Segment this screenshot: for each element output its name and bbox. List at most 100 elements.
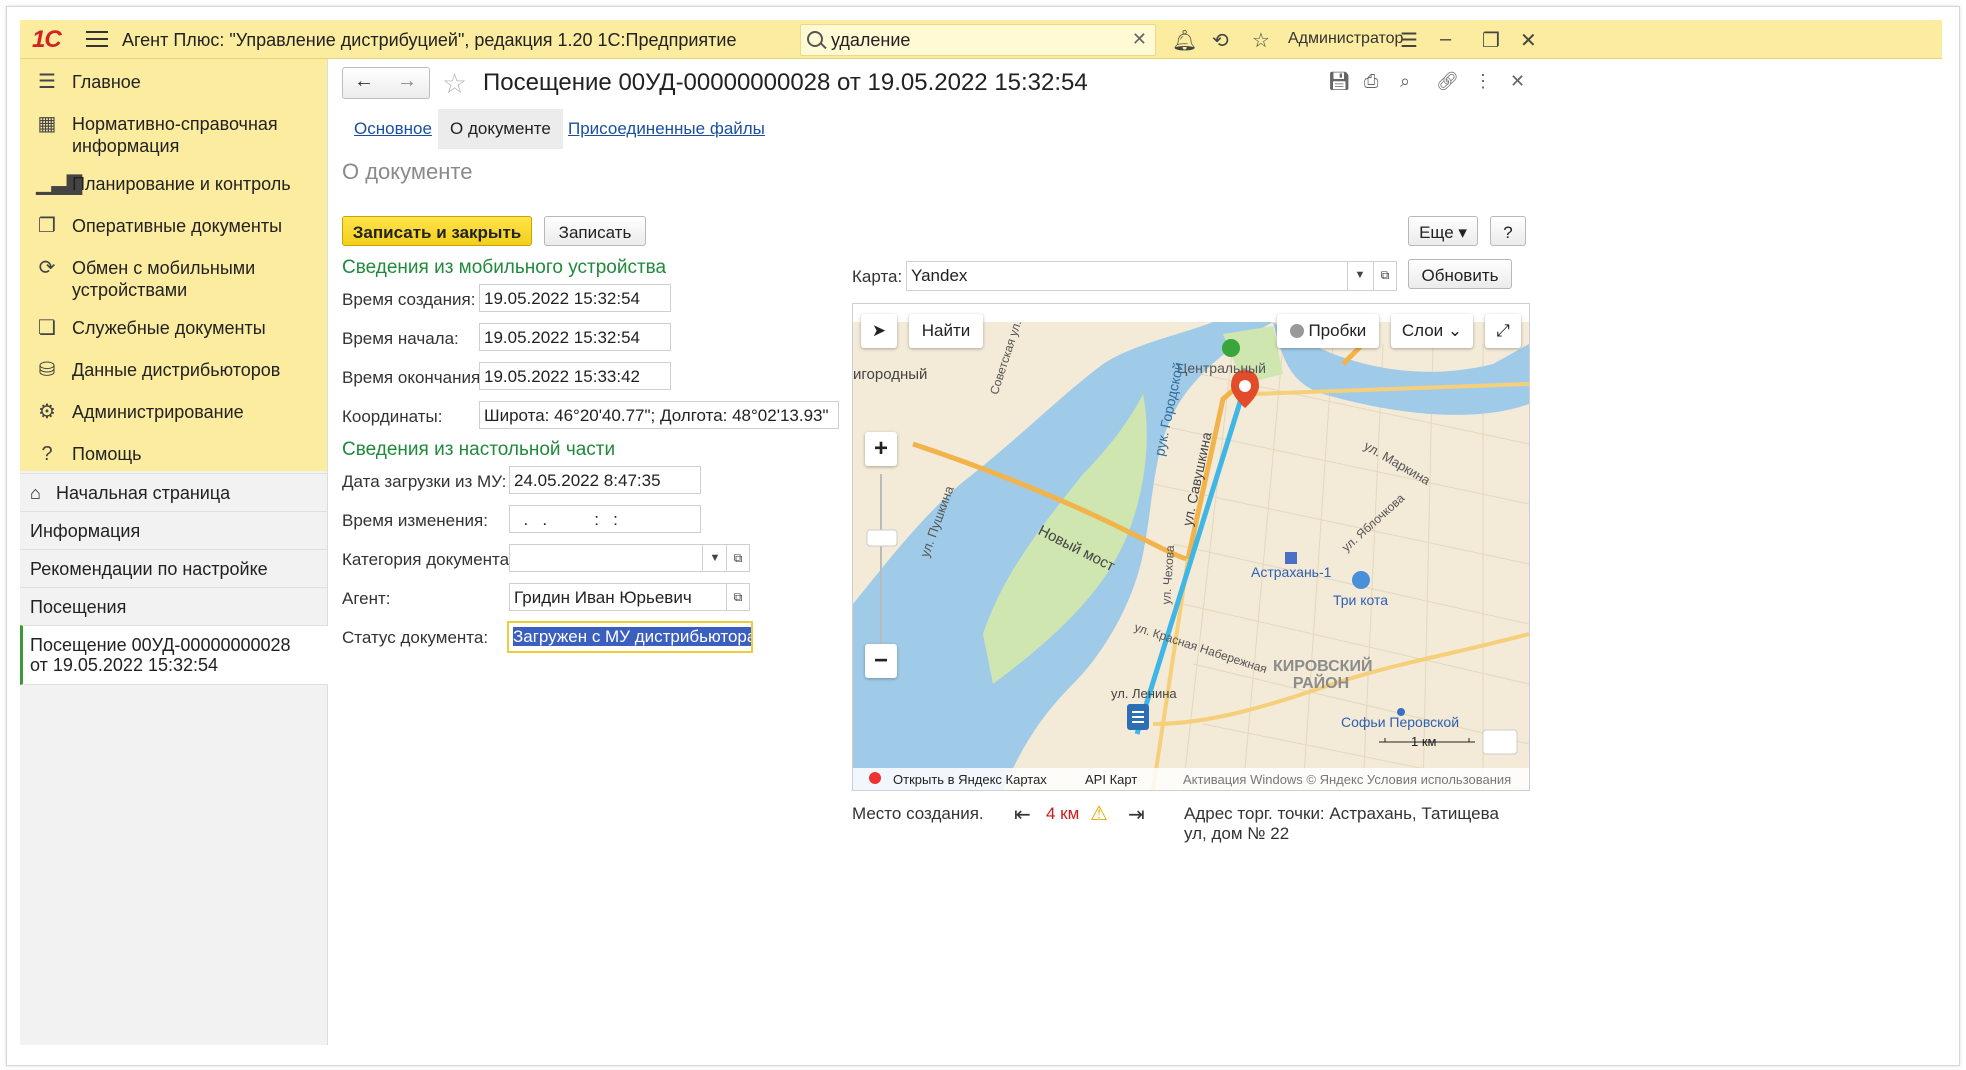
more-actions-icon[interactable]: ⋮ xyxy=(1474,71,1492,92)
save-and-close-button[interactable]: Записать и закрыть xyxy=(342,216,532,246)
open-category-icon[interactable]: ⧉ xyxy=(726,544,750,572)
service-docs-icon: ❏ xyxy=(38,317,56,339)
map-find-button[interactable]: Найти xyxy=(909,314,983,348)
preview-icon[interactable]: ⌕ xyxy=(1400,71,1410,92)
tab-attached-files[interactable]: Присоединенные файлы xyxy=(568,109,765,149)
search-box[interactable]: ✕ xyxy=(800,24,1156,56)
coordinates-field[interactable]: Широта: 46°20'40.77"; Долгота: 48°02'13.… xyxy=(479,401,839,429)
nav-current-visit[interactable]: Посещение 00УД-00000000028 от 19.05.2022… xyxy=(20,625,330,685)
created-time-field[interactable]: 19.05.2022 15:32:54 xyxy=(479,284,671,312)
restore-icon[interactable]: ❐ xyxy=(1482,28,1500,53)
map-provider-select[interactable]: Yandex ▼ xyxy=(906,261,1374,291)
distributor-icon: ⛁ xyxy=(38,359,56,381)
open-in-yandex-link[interactable]: Открыть в Яндекс Картах xyxy=(893,772,1047,787)
start-time-field[interactable]: 19.05.2022 15:32:54 xyxy=(479,323,671,351)
main-menu-icon[interactable] xyxy=(86,31,108,47)
nav-label: Начальная страница xyxy=(56,483,231,503)
page-title: Посещение 00УД-00000000028 от 19.05.2022… xyxy=(483,69,1088,96)
bell-icon[interactable]: 🔔︎ xyxy=(1172,28,1197,53)
back-arrow-icon[interactable]: ← xyxy=(343,70,385,93)
clear-search-icon[interactable]: ✕ xyxy=(1132,29,1147,50)
section-label: Помощь xyxy=(72,444,142,464)
search-input[interactable] xyxy=(829,28,1123,52)
map-traffic-button[interactable]: Пробки xyxy=(1277,314,1379,348)
changed-time-field[interactable]: . . : : xyxy=(509,505,701,533)
app-logo: 1С xyxy=(32,26,62,53)
agent-field[interactable]: Гридин Иван Юрьевич xyxy=(509,583,727,611)
nav-visits[interactable]: Посещения xyxy=(20,587,327,626)
settings-menu-icon[interactable]: ☰ xyxy=(1400,28,1418,53)
map-view[interactable]: игородный Центральный Новый мост ул. Сав… xyxy=(852,303,1530,791)
end-time-field[interactable]: 19.05.2022 15:33:42 xyxy=(479,362,671,390)
save-disk-icon[interactable]: 💾︎ xyxy=(1328,71,1351,92)
map-label-sofya: Софьи Перовской xyxy=(1341,714,1460,730)
forward-arrow-icon[interactable]: → xyxy=(386,70,428,93)
section-label: Администрирование xyxy=(72,402,244,422)
help-icon: ? xyxy=(41,443,53,465)
map-scale-label: 1 км xyxy=(1411,734,1437,749)
help-button[interactable]: ? xyxy=(1490,216,1526,246)
nav-information[interactable]: Информация xyxy=(20,511,327,550)
distance-value: 4 км xyxy=(1046,804,1080,823)
grid-icon: ▦ xyxy=(37,113,57,135)
history-icon[interactable]: ⟲ xyxy=(1212,28,1229,53)
open-map-provider-icon[interactable]: ⧉ xyxy=(1373,261,1397,291)
close-form-icon[interactable]: ✕ xyxy=(1510,71,1525,92)
map-label-center: Центральный xyxy=(1177,360,1266,376)
bar-chart-icon: ▁▃▇ xyxy=(36,173,83,195)
history-nav: ← → xyxy=(342,67,430,99)
close-window-icon[interactable]: ✕ xyxy=(1520,28,1537,53)
layers-label: Слои xyxy=(1401,321,1444,340)
outlet-address: Адрес торг. точки: Астрахань, Татищева у… xyxy=(1184,804,1499,843)
more-button[interactable]: Еще ▾ xyxy=(1408,216,1478,246)
zoom-out-icon[interactable]: − xyxy=(865,644,897,678)
desktop-info-title: Сведения из настольной части xyxy=(342,439,616,460)
nav-home[interactable]: ⌂ Начальная страница xyxy=(20,473,327,512)
section-label: Главное xyxy=(72,72,141,92)
document-form: ← → ☆ Посещение 00УД-00000000028 от 19.0… xyxy=(328,59,1942,1045)
geolocation-icon[interactable]: ➤ xyxy=(861,314,897,348)
gear-icon: ⚙ xyxy=(38,401,56,423)
map-layers-button[interactable]: Слои ⌄ xyxy=(1391,314,1473,348)
section-label: Нормативно-справочная информация xyxy=(72,114,278,156)
mobile-info-title: Сведения из мобильного устройства xyxy=(342,257,667,278)
minimize-icon[interactable]: – xyxy=(1440,28,1451,51)
nav-label: Посещения xyxy=(30,597,127,617)
tab-about-document[interactable]: О документе xyxy=(438,109,563,149)
current-user[interactable]: Администратор xyxy=(1288,30,1403,48)
save-button[interactable]: Записать xyxy=(544,216,646,246)
zoom-in-icon[interactable]: + xyxy=(865,432,897,466)
status-label: Статус документа: xyxy=(342,628,489,647)
created-label: Время создания: xyxy=(342,290,476,309)
warning-icon: ⚠ xyxy=(1090,803,1108,825)
map-label-astrakhan1: Астрахань-1 xyxy=(1251,564,1332,580)
refresh-map-button[interactable]: Обновить xyxy=(1408,259,1512,289)
section-label: Служебные документы xyxy=(72,318,266,338)
map-label-kirovsky: КИРОВСКИЙ РАЙОН xyxy=(1273,658,1373,692)
arrow-right-icon: ⇥ xyxy=(1128,804,1145,826)
category-select[interactable]: ▼ xyxy=(509,544,727,572)
map-label-lenina: ул. Ленина xyxy=(1111,686,1177,701)
tab-main[interactable]: Основное xyxy=(354,109,432,149)
traffic-label: Пробки xyxy=(1308,321,1367,340)
nav-label: Рекомендации по настройке xyxy=(30,559,268,579)
status-field[interactable]: Загружен с МУ дистрибьютора xyxy=(507,621,753,653)
api-maps-link[interactable]: API Карт xyxy=(1085,772,1137,787)
map-footer: Открыть в Яндекс Картах API Карт Активац… xyxy=(853,768,1529,790)
favorites-star-icon[interactable]: ☆ xyxy=(1252,28,1270,53)
sidebar: ☰ Главное ▦ Нормативно-справочная информ… xyxy=(20,59,330,1045)
category-label: Категория документа: xyxy=(342,550,514,569)
top-bar: 1С Агент Плюс: "Управление дистрибуцией"… xyxy=(20,20,1942,59)
link-icon[interactable]: 🔗︎ xyxy=(1436,71,1459,92)
fullscreen-icon[interactable]: ⤢ xyxy=(1485,314,1521,348)
upload-date-field[interactable]: 24.05.2022 8:47:35 xyxy=(509,466,701,494)
print-icon[interactable]: ⎙ xyxy=(1364,71,1378,92)
section-label: Оперативные документы xyxy=(72,216,283,236)
nav-recommendations[interactable]: Рекомендации по настройке xyxy=(20,549,327,588)
sections-panel: ☰ Главное ▦ Нормативно-справочная информ… xyxy=(20,59,327,471)
chevron-down-icon[interactable]: ▼ xyxy=(1347,262,1372,290)
open-agent-icon[interactable]: ⧉ xyxy=(726,583,750,611)
bookmark-star-icon[interactable]: ☆ xyxy=(442,67,467,100)
chevron-down-icon[interactable]: ▼ xyxy=(702,545,726,571)
menu-icon: ☰ xyxy=(38,71,56,93)
